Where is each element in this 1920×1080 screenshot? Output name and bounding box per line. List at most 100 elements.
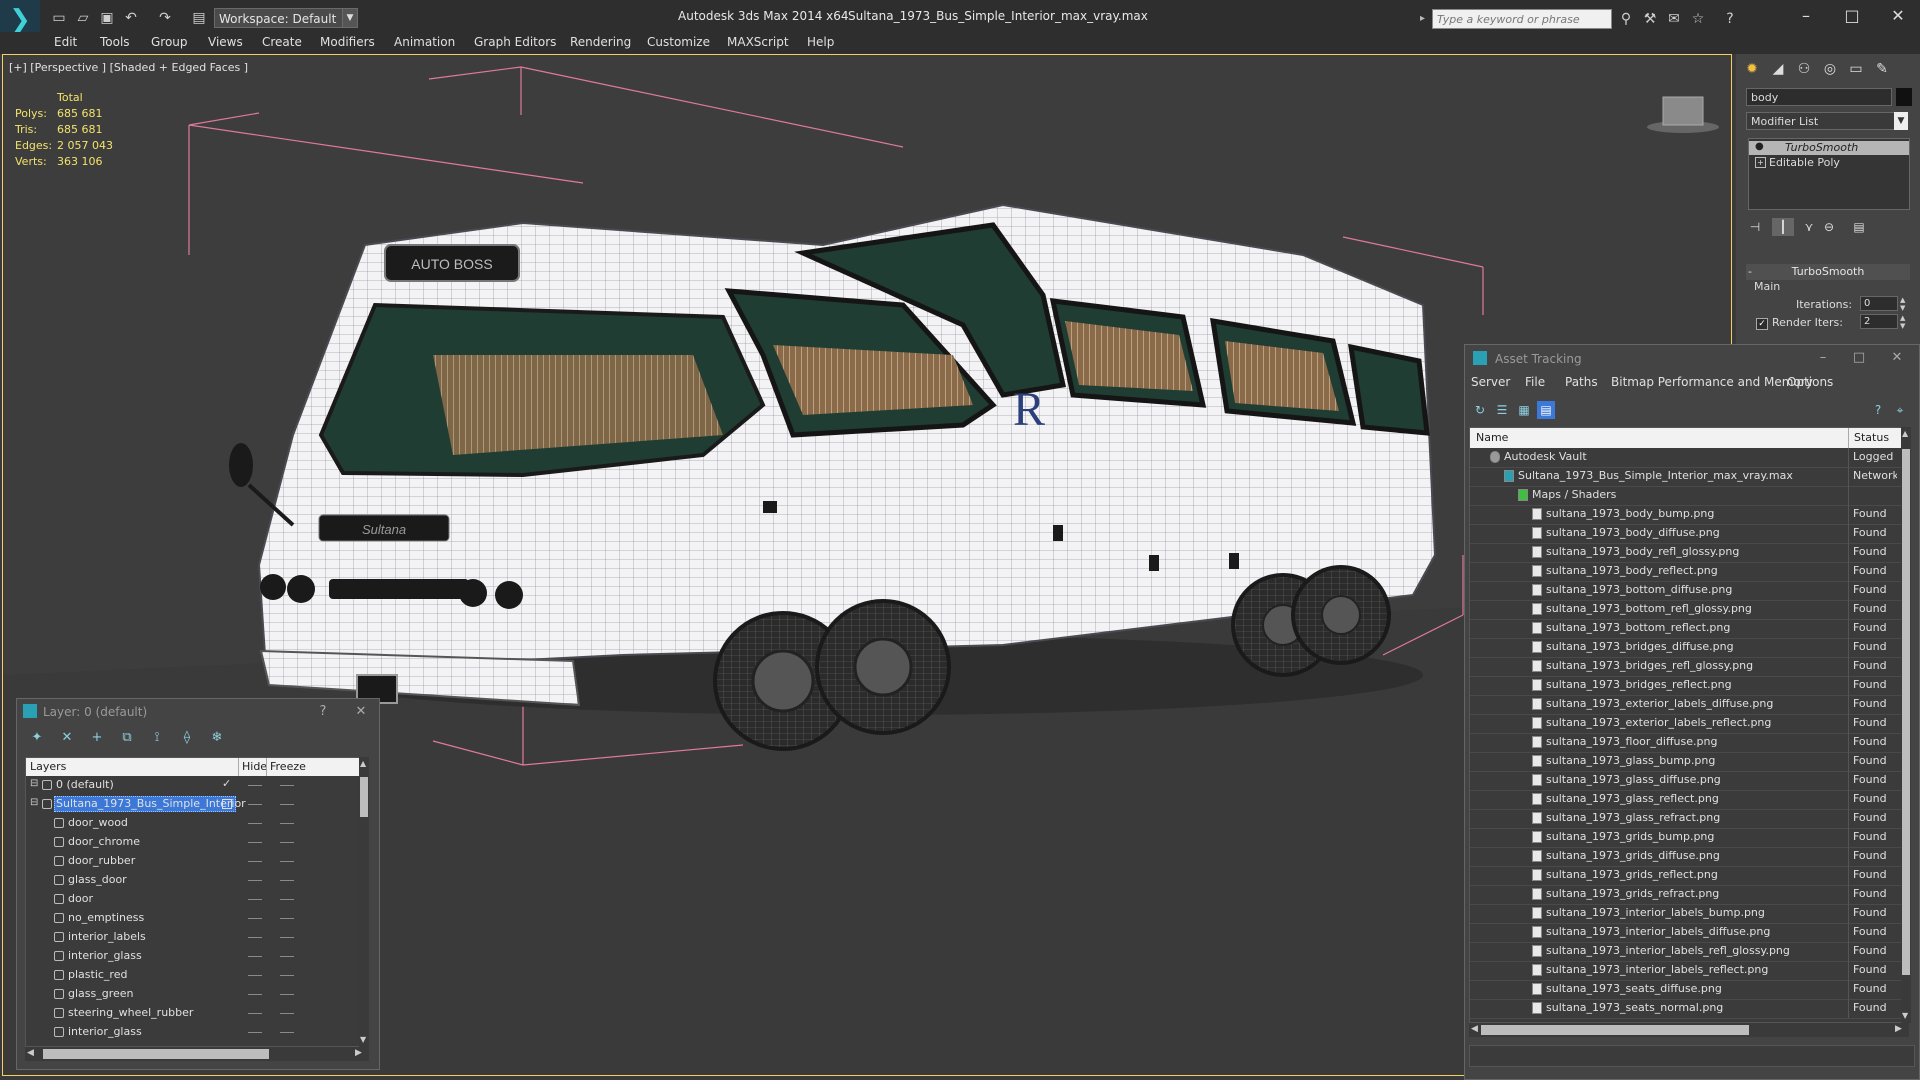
menu-graph-editors[interactable]: Graph Editors	[474, 35, 556, 49]
display-tab-icon[interactable]: ▭	[1844, 58, 1868, 80]
asset-row[interactable]: sultana_1973_interior_labels_diffuse.png…	[1470, 923, 1908, 943]
workspace-dropdown[interactable]: Workspace: Default	[214, 8, 344, 28]
binoculars-icon[interactable]: ⚲	[1616, 10, 1636, 28]
search-expand-icon[interactable]: ▸	[1420, 9, 1432, 29]
horizontal-scroll-thumb[interactable]	[1481, 1025, 1749, 1035]
column-freeze[interactable]: Freeze	[270, 760, 306, 773]
layer-object-row[interactable]: door_chrome	[26, 833, 360, 852]
maximize-window-icon[interactable]: □	[1832, 4, 1872, 28]
freeze-toggle[interactable]	[280, 937, 294, 938]
column-status[interactable]: Status	[1854, 431, 1889, 444]
redo-icon[interactable]: ↷	[154, 8, 176, 28]
project-folder-icon[interactable]: ▤	[188, 8, 210, 28]
layer-object-row[interactable]: door	[26, 890, 360, 909]
close-window-icon[interactable]: ✕	[1878, 4, 1918, 28]
asset-row[interactable]: sultana_1973_body_refl_glossy.png Found	[1470, 543, 1908, 563]
object-color-swatch[interactable]	[1896, 88, 1912, 106]
layer-object-row[interactable]: door_wood	[26, 814, 360, 833]
hierarchy-tab-icon[interactable]: ⚇	[1792, 58, 1816, 80]
menu-server[interactable]: Server	[1471, 375, 1510, 389]
column-hide[interactable]: Hide	[242, 760, 267, 773]
hide-toggle[interactable]	[248, 842, 262, 843]
hide-toggle[interactable]	[248, 899, 262, 900]
scroll-up-icon[interactable]: ▲	[1902, 429, 1908, 438]
freeze-toggle[interactable]	[280, 861, 294, 862]
select-objects-icon[interactable]: ⧉	[117, 729, 137, 747]
freeze-toggle[interactable]	[280, 956, 294, 957]
asset-row[interactable]: sultana_1973_seats_diffuse.png Found	[1470, 980, 1908, 1000]
scroll-up-icon[interactable]: ▲	[360, 759, 366, 768]
hide-toggle[interactable]	[248, 937, 262, 938]
layer-object-row[interactable]: door_rubber	[26, 852, 360, 871]
make-unique-icon[interactable]: ⋎	[1798, 218, 1820, 236]
layer-object-row[interactable]: glass_green	[26, 985, 360, 1004]
menu-animation[interactable]: Animation	[394, 35, 455, 49]
render-iters-spinner[interactable]: 2	[1860, 314, 1898, 329]
table-view-icon[interactable]: ▤	[1537, 401, 1555, 419]
freeze-toggle[interactable]	[280, 975, 294, 976]
help-icon[interactable]: ?	[311, 701, 335, 723]
asset-row[interactable]: sultana_1973_bridges_refl_glossy.png Foun…	[1470, 657, 1908, 677]
save-file-icon[interactable]: ▣	[96, 8, 118, 28]
favorites-star-icon[interactable]: ☆	[1688, 10, 1708, 28]
hide-all-icon[interactable]: ⟠	[177, 729, 197, 747]
object-name-field[interactable]: body	[1746, 88, 1892, 106]
hide-toggle[interactable]	[248, 880, 262, 881]
menu-paths[interactable]: Paths	[1565, 375, 1598, 389]
delete-layer-icon[interactable]: ✕	[57, 729, 77, 747]
viewport-label[interactable]: [+] [Perspective ] [Shaded + Edged Faces…	[9, 61, 248, 74]
collapse-minus-icon[interactable]: -	[1748, 264, 1752, 280]
remove-modifier-icon[interactable]: ⊖	[1818, 218, 1840, 236]
chevron-down-icon[interactable]: ▼	[1894, 112, 1908, 130]
layer-object-row[interactable]: no_emptiness	[26, 909, 360, 928]
freeze-toggle[interactable]	[280, 842, 294, 843]
menu-help[interactable]: Help	[807, 35, 834, 49]
help-icon[interactable]: ?	[1720, 10, 1740, 28]
menu-rendering[interactable]: Rendering	[570, 35, 631, 49]
iterations-spinner[interactable]: 0	[1860, 296, 1898, 311]
freeze-toggle[interactable]	[280, 785, 294, 786]
current-layer-check-icon[interactable]: ✓	[222, 777, 231, 790]
subscription-icon[interactable]: ⚒	[1640, 10, 1660, 28]
menu-file[interactable]: File	[1525, 375, 1545, 389]
asset-row[interactable]: Maps / Shaders	[1470, 486, 1908, 506]
asset-row[interactable]: sultana_1973_exterior_labels_diffuse.png…	[1470, 695, 1908, 715]
hide-toggle[interactable]	[248, 861, 262, 862]
chevron-down-icon[interactable]: ▼	[342, 8, 358, 28]
asset-row[interactable]: sultana_1973_bottom_reflect.png Found	[1470, 619, 1908, 639]
asset-row[interactable]: sultana_1973_interior_labels_bump.png Fou…	[1470, 904, 1908, 924]
spinner-arrows-icon[interactable]: ▲ ▼	[1900, 296, 1905, 312]
asset-row[interactable]: sultana_1973_grids_bump.png Found	[1470, 828, 1908, 848]
freeze-toggle[interactable]	[280, 918, 294, 919]
undo-icon[interactable]: ↶	[120, 8, 142, 28]
asset-row[interactable]: sultana_1973_bridges_diffuse.png Found	[1470, 638, 1908, 658]
hide-toggle[interactable]	[248, 975, 262, 976]
show-end-result-icon[interactable]: ┃	[1772, 218, 1794, 236]
turbosmooth-rollout-header[interactable]: TurboSmooth	[1746, 264, 1910, 280]
asset-row[interactable]: sultana_1973_interior_labels_refl_glossy…	[1470, 942, 1908, 962]
render-iters-checkbox[interactable]: ✓	[1756, 318, 1768, 330]
freeze-toggle[interactable]	[280, 1013, 294, 1014]
asset-row[interactable]: sultana_1973_grids_diffuse.png Found	[1470, 847, 1908, 867]
freeze-all-icon[interactable]: ❄	[207, 729, 227, 747]
hide-toggle[interactable]	[248, 804, 262, 805]
freeze-toggle[interactable]	[280, 804, 294, 805]
asset-row[interactable]: Sultana_1973_Bus_Simple_Interior_max_vra…	[1470, 467, 1908, 487]
layer-object-row[interactable]: glass_door	[26, 871, 360, 890]
configure-sets-icon[interactable]: ▤	[1848, 218, 1870, 236]
create-tab-sun-icon[interactable]: ✹	[1740, 58, 1764, 80]
asset-row[interactable]: sultana_1973_body_bump.png Found	[1470, 505, 1908, 525]
column-name[interactable]: Name	[1476, 431, 1508, 444]
minimize-window-icon[interactable]: –	[1786, 4, 1826, 28]
menu-group[interactable]: Group	[151, 35, 188, 49]
hide-toggle[interactable]	[248, 785, 262, 786]
asset-row[interactable]: sultana_1973_grids_refract.png Found	[1470, 885, 1908, 905]
freeze-toggle[interactable]	[280, 823, 294, 824]
pin-stack-icon[interactable]: ⊣	[1744, 218, 1766, 236]
thumbnail-view-icon[interactable]: ▦	[1515, 401, 1533, 419]
menu-edit[interactable]: Edit	[54, 35, 77, 49]
modifier-list-dropdown[interactable]: Modifier List	[1746, 112, 1906, 130]
asset-row[interactable]: sultana_1973_grids_reflect.png Found	[1470, 866, 1908, 886]
scroll-right-icon[interactable]: ▶	[355, 1048, 362, 1058]
vertical-scroll-thumb[interactable]	[1902, 449, 1910, 975]
